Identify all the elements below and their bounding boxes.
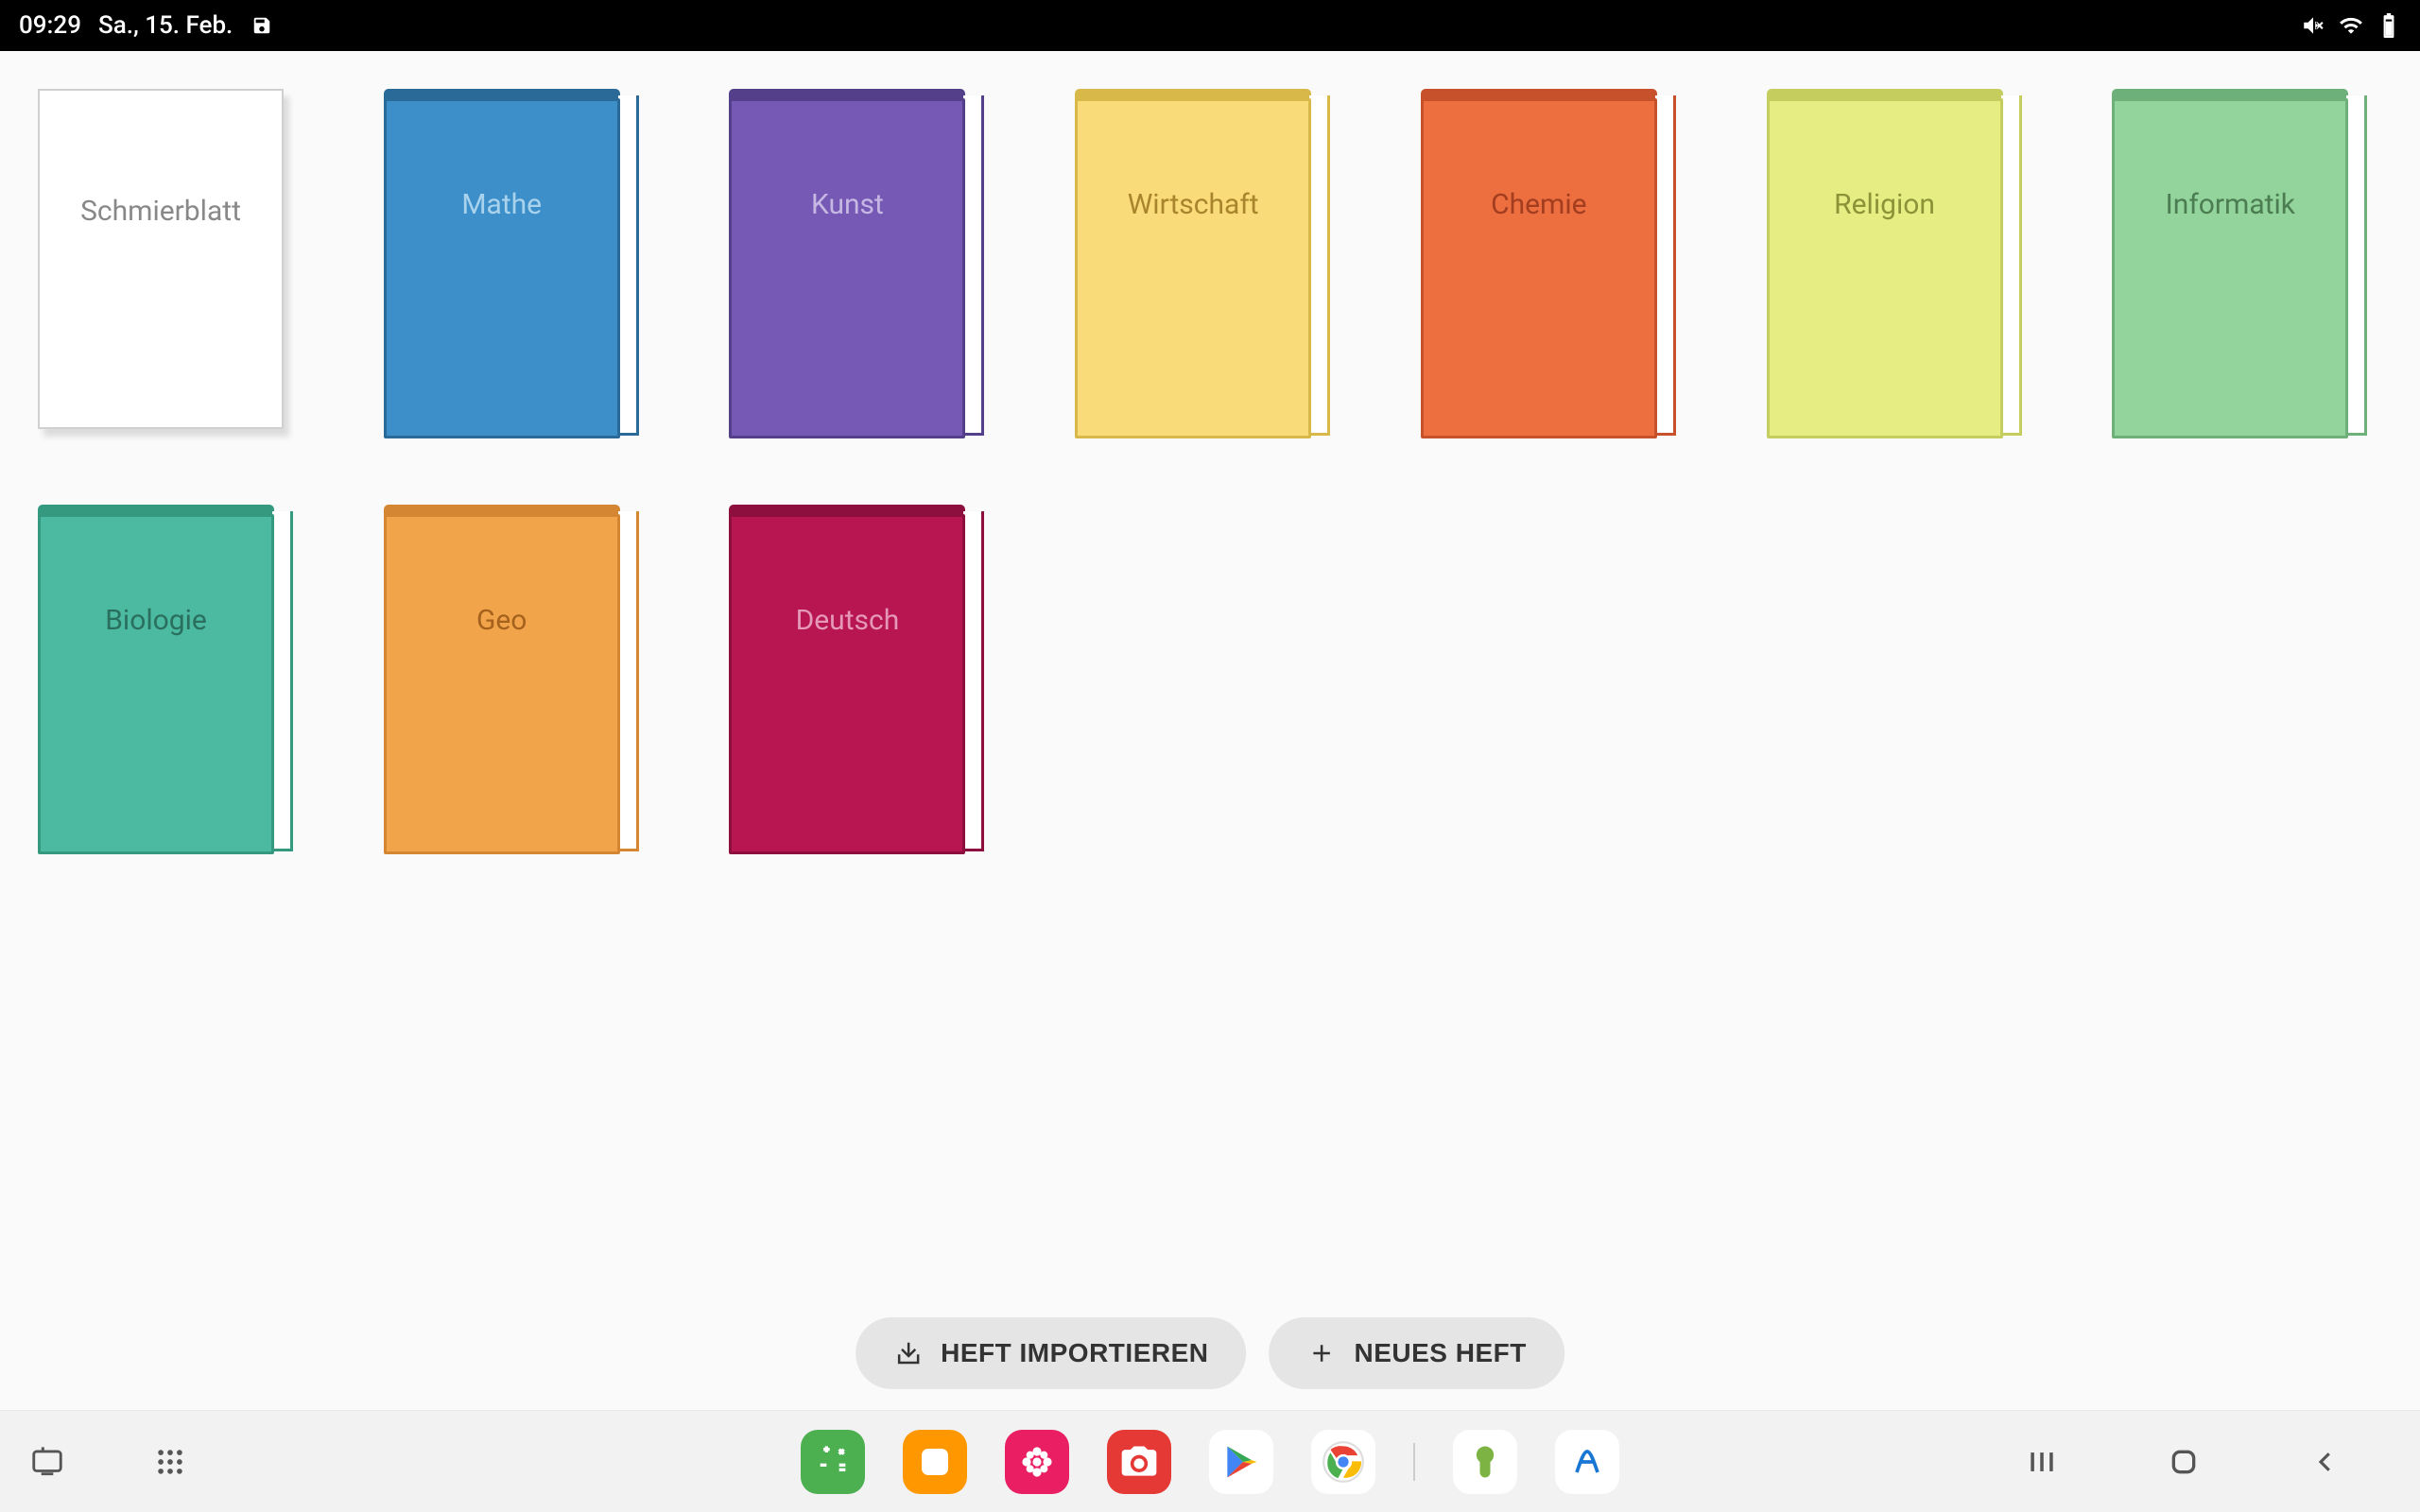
notebook-label: Schmierblatt [80, 195, 241, 427]
notebook-label: Religion [1767, 188, 2003, 221]
home-button[interactable] [2165, 1443, 2203, 1481]
notebook-paper[interactable]: Schmierblatt [38, 89, 284, 429]
dock-app-green[interactable] [1453, 1430, 1517, 1494]
dock-app-flower[interactable] [1005, 1430, 1069, 1494]
screenshot-tool-icon[interactable] [28, 1443, 66, 1481]
import-notebook-button[interactable]: HEFT IMPORTIEREN [856, 1317, 1246, 1389]
dock-app-handwriting[interactable] [1555, 1430, 1619, 1494]
mute-icon [2301, 13, 2325, 38]
download-icon [893, 1338, 924, 1368]
notebook-book[interactable]: Informatik [2112, 89, 2367, 438]
navigation-bar [0, 1410, 2420, 1512]
recent-apps-button[interactable] [2023, 1443, 2061, 1481]
notebook-book[interactable]: Deutsch [729, 505, 984, 854]
dock-app-camera[interactable] [1107, 1430, 1171, 1494]
status-bar: 09:29 Sa., 15. Feb. [0, 0, 2420, 51]
notebook-label: Deutsch [729, 604, 965, 637]
notebook-book[interactable]: Mathe [384, 89, 639, 438]
dock-app-chrome[interactable] [1311, 1430, 1375, 1494]
wifi-icon [2339, 13, 2363, 38]
plus-icon [1306, 1338, 1337, 1368]
new-label: NEUES HEFT [1354, 1338, 1526, 1368]
notebook-book[interactable]: Wirtschaft [1075, 89, 1330, 438]
notebook-book[interactable]: Chemie [1421, 89, 1676, 438]
dock-app-playstore[interactable] [1209, 1430, 1273, 1494]
notebook-label: Kunst [729, 188, 965, 221]
notebook-label: Biologie [38, 604, 274, 637]
apps-grid-icon[interactable] [151, 1443, 189, 1481]
notebook-label: Chemie [1421, 188, 1657, 221]
import-label: HEFT IMPORTIEREN [941, 1338, 1208, 1368]
battery-icon [2377, 13, 2401, 38]
notebook-book[interactable]: Kunst [729, 89, 984, 438]
status-time: 09:29 [19, 11, 81, 40]
dock-app-calculator[interactable] [801, 1430, 865, 1494]
status-date: Sa., 15. Feb. [98, 11, 233, 40]
notebook-label: Mathe [384, 188, 620, 221]
notebooks-area: Schmierblatt Mathe Kunst Wirtschaft Chemie Re… [0, 51, 2420, 1410]
notebook-book[interactable]: Geo [384, 505, 639, 854]
notebook-label: Geo [384, 604, 620, 637]
notebook-book[interactable]: Biologie [38, 505, 293, 854]
dock-divider [1413, 1443, 1415, 1481]
notebook-book[interactable]: Religion [1767, 89, 2022, 438]
dock-app-gallery[interactable] [903, 1430, 967, 1494]
back-button[interactable] [2307, 1443, 2344, 1481]
save-notification-icon [250, 13, 274, 38]
action-buttons: HEFT IMPORTIEREN NEUES HEFT [856, 1317, 1564, 1389]
notebook-label: Informatik [2112, 188, 2348, 221]
notebook-label: Wirtschaft [1075, 188, 1311, 221]
new-notebook-button[interactable]: NEUES HEFT [1269, 1317, 1564, 1389]
